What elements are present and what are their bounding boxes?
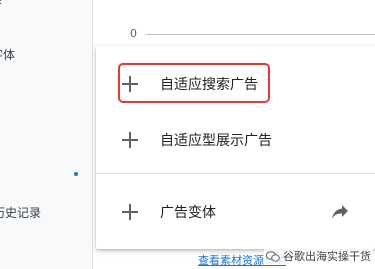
menu-item-responsive-display-ad[interactable]: 自适应型展示广告 bbox=[96, 120, 375, 160]
menu-item-responsive-search-ad[interactable]: 自适应搜索广告 bbox=[96, 64, 375, 104]
wechat-watermark: 谷歌出海实操干货 bbox=[264, 247, 373, 265]
chart-y-axis-zero-label: 0 bbox=[130, 27, 137, 40]
wechat-icon bbox=[266, 250, 280, 262]
menu-divider bbox=[96, 173, 375, 174]
selection-dot bbox=[74, 172, 78, 176]
sidebar-fragment-top: 宇 bbox=[0, 0, 2, 11]
plus-icon bbox=[122, 204, 138, 220]
share-arrow-icon bbox=[332, 205, 348, 219]
plus-icon bbox=[122, 132, 138, 148]
left-sidebar: 宇 字体 历史记录 bbox=[0, 0, 93, 269]
watermark-text: 谷歌出海实操干货 bbox=[283, 250, 371, 263]
menu-item-label: 自适应型展示广告 bbox=[160, 133, 272, 149]
menu-item-ad-variations[interactable]: 广告变体 bbox=[96, 192, 375, 232]
chart-baseline bbox=[146, 34, 375, 35]
menu-item-label: 广告变体 bbox=[160, 205, 216, 221]
plus-icon bbox=[122, 76, 138, 92]
sidebar-fragment-font[interactable]: 字体 bbox=[0, 46, 15, 63]
ad-type-dropdown-menu: 自适应搜索广告 自适应型展示广告 广告变体 bbox=[96, 46, 375, 249]
menu-item-label: 自适应搜索广告 bbox=[160, 77, 258, 93]
sidebar-item-history[interactable]: 历史记录 bbox=[0, 204, 41, 221]
